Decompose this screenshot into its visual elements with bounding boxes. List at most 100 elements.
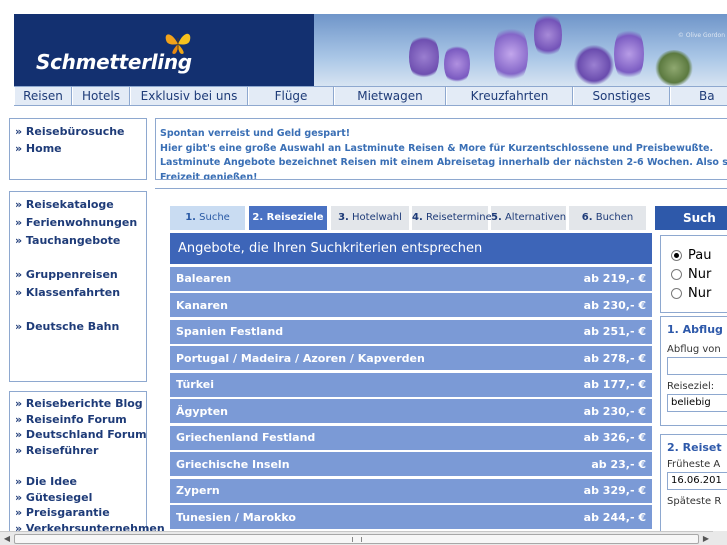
nav-item-more[interactable]: Ba — [670, 87, 727, 105]
header-banner: Schmetterling © Olive Gordon — [14, 14, 727, 86]
destination-name: Zypern — [176, 484, 220, 497]
nav-item-exklusiv[interactable]: Exklusiv bei uns — [130, 87, 248, 105]
flower-decoration — [614, 24, 644, 84]
intro-line-1: Spontan verreist und Geld gespart! — [160, 128, 351, 139]
nav-item-fluege[interactable]: Flüge — [248, 87, 334, 105]
step-label: Alternativen — [501, 212, 567, 223]
destination-row[interactable]: Griechische Inseln ab 23,- € — [170, 452, 652, 476]
destination-row[interactable]: Tunesien / Marokko ab 244,- € — [170, 505, 652, 529]
destination-price: ab 23,- € — [591, 457, 646, 471]
step-tab-reiseziele[interactable]: 2. Reiseziele — [249, 206, 327, 230]
destination-price: ab 278,- € — [583, 351, 646, 365]
sidebar-link-reisekataloge[interactable]: » Reisekataloge — [15, 196, 141, 214]
radio-button[interactable] — [671, 288, 682, 299]
nav-item-reisen[interactable]: Reisen — [14, 87, 72, 105]
sidebar-box-info: » Reiseberichte Blog » Reiseinfo Forum »… — [9, 391, 165, 545]
search-type-option[interactable]: Pau — [661, 246, 727, 265]
content-divider — [155, 188, 727, 189]
destination-name: Portugal / Madeira / Azoren / Kapverden — [176, 351, 425, 365]
destination-name: Griechenland Festland — [176, 431, 316, 444]
reiseziel-select[interactable]: beliebig — [667, 394, 727, 412]
sidebar-link-klassenfahrten[interactable]: » Klassenfahrten — [15, 284, 141, 302]
scroll-left-arrow-icon[interactable]: ◀ — [0, 532, 14, 545]
abflug-input[interactable] — [667, 357, 727, 375]
scrollbar-thumb[interactable] — [14, 534, 699, 544]
destination-name: Tunesien / Marokko — [176, 510, 296, 524]
step-label: Suche — [195, 212, 230, 223]
sidebar-link-reisebuerosuche[interactable]: » Reisebürosuche — [15, 123, 141, 140]
step-number: 3. — [338, 212, 349, 223]
destination-row[interactable]: Kanaren ab 230,- € — [170, 293, 652, 317]
abflug-section-title: 1. Abflug — [667, 323, 723, 336]
results-list: Angebote, die Ihren Suchkriterien entspr… — [170, 233, 652, 529]
destination-name: Türkei — [176, 378, 214, 391]
destination-row[interactable]: Zypern ab 329,- € — [170, 478, 652, 503]
intro-line-4: Freizeit genießen! — [160, 171, 258, 180]
abflug-label: Abflug von — [667, 344, 721, 355]
sidebar-link-reisefuehrer[interactable]: » Reiseführer — [15, 443, 141, 459]
main-nav: Reisen Hotels Exklusiv bei uns Flüge Mie… — [14, 86, 727, 106]
search-type-option[interactable]: Nur — [661, 265, 727, 284]
frueheste-anreise-input[interactable]: 16.06.201 — [667, 472, 727, 490]
destination-row[interactable]: Portugal / Madeira / Azoren / Kapverden a… — [170, 346, 652, 370]
step-tab-suche[interactable]: 1. Suche — [170, 206, 245, 230]
step-number: 1. — [185, 212, 196, 223]
sidebar-link-gruppenreisen[interactable]: » Gruppenreisen — [15, 266, 141, 284]
step-number: 6. — [581, 212, 593, 223]
destination-row[interactable]: Türkei ab 177,- € — [170, 372, 652, 397]
scroll-right-arrow-icon[interactable]: ▶ — [699, 532, 713, 545]
sidebar-box-offers: » Reisekataloge » Ferienwohnungen » Tauc… — [9, 191, 147, 382]
reiseziel-label: Reiseziel: — [667, 381, 715, 392]
nav-item-mietwagen[interactable]: Mietwagen — [334, 87, 446, 105]
radio-label: Nur — [688, 267, 712, 282]
sidebar-link-ferienwohnungen[interactable]: » Ferienwohnungen — [15, 214, 141, 232]
nav-item-hotels[interactable]: Hotels — [72, 87, 130, 105]
flower-decoration — [494, 22, 528, 86]
search-type-option[interactable]: Nur — [661, 284, 727, 303]
sidebar-link-reiseinfo-forum[interactable]: » Reiseinfo Forum — [15, 412, 141, 428]
intro-line-2: Hier gibt's eine große Auswahl an Lastmi… — [160, 142, 714, 154]
scrollbar-corner — [713, 531, 727, 545]
step-number: 4. — [412, 212, 423, 223]
destination-row[interactable]: Griechenland Festland ab 326,- € — [170, 425, 652, 450]
flower-decoration — [409, 32, 439, 82]
destination-price: ab 177,- € — [583, 378, 646, 391]
destination-name: Balearen — [176, 272, 232, 285]
nav-item-kreuzfahrten[interactable]: Kreuzfahrten — [446, 87, 573, 105]
step-label: Reiseziele — [263, 212, 324, 223]
abflug-box: 1. Abflug Abflug von Reiseziel: beliebig — [660, 316, 727, 426]
radio-button[interactable] — [671, 250, 682, 261]
sidebar-link-tauchangebote[interactable]: » Tauchangebote — [15, 232, 141, 250]
reisetermin-section-title: 2. Reiset — [667, 441, 722, 454]
step-tab-buchen[interactable]: 6. Buchen — [569, 206, 646, 230]
destination-name: Ägypten — [176, 404, 228, 418]
step-tab-alternativen[interactable]: 5. Alternativen — [491, 206, 566, 230]
destination-row[interactable]: Balearen ab 219,- € — [170, 266, 652, 291]
sidebar-link-die-idee[interactable]: » Die Idee — [15, 474, 141, 490]
sidebar-link-guetesiegel[interactable]: » Gütesiegel — [15, 490, 141, 506]
radio-label: Nur — [688, 286, 712, 301]
step-tab-hotelwahl[interactable]: 3. Hotelwahl — [331, 206, 409, 230]
sidebar-link-reiseberichte-blog[interactable]: » Reiseberichte Blog — [15, 396, 143, 412]
sidebar-link-deutschland-forum[interactable]: » Deutschland Forum — [15, 427, 147, 443]
photo-credit: © Olive Gordon — [677, 32, 725, 39]
search-panel-heading: Such — [655, 206, 727, 230]
sidebar-link-preisgarantie[interactable]: » Preisgarantie — [15, 505, 141, 521]
destination-row[interactable]: Spanien Festland ab 251,- € — [170, 319, 652, 344]
step-tab-reisetermine[interactable]: 4. Reisetermine — [412, 206, 492, 230]
radio-button[interactable] — [671, 269, 682, 280]
flower-decoration — [444, 42, 470, 86]
flower-decoration — [654, 50, 694, 86]
nav-item-sonstiges[interactable]: Sonstiges — [573, 87, 670, 105]
horizontal-scrollbar[interactable]: ◀ ▶ — [0, 531, 713, 545]
results-heading: Angebote, die Ihren Suchkriterien entspr… — [170, 233, 652, 264]
sidebar-link-deutsche-bahn[interactable]: » Deutsche Bahn — [15, 318, 141, 336]
destination-price: ab 329,- € — [583, 484, 646, 497]
sidebar-link-home[interactable]: » Home — [15, 140, 141, 157]
step-number: 5. — [491, 212, 502, 223]
destination-price: ab 326,- € — [583, 431, 646, 444]
destination-row[interactable]: Ägypten ab 230,- € — [170, 399, 652, 423]
